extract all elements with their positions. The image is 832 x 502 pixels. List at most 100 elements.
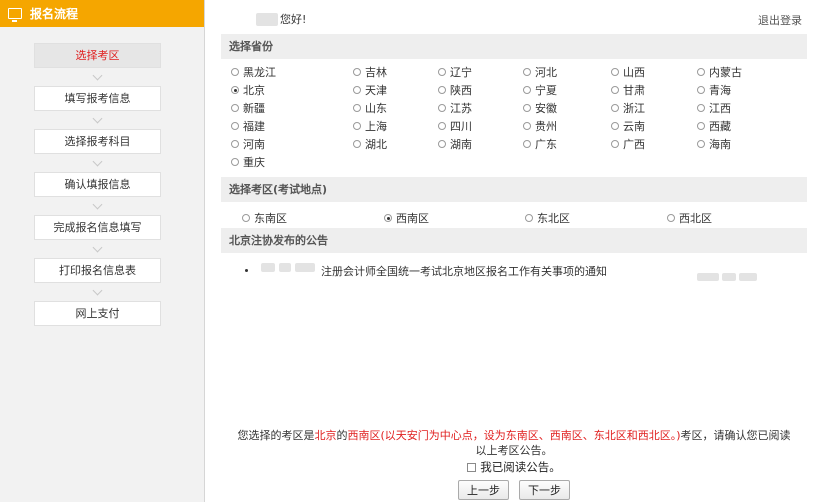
chevron-down-icon: [34, 197, 161, 215]
radio-button[interactable]: [523, 122, 531, 130]
province-radio[interactable]: 福建: [231, 118, 265, 134]
confirm-province: 北京: [314, 429, 337, 442]
zone-radio[interactable]: 东北区: [525, 210, 570, 226]
radio-button[interactable]: [353, 140, 361, 148]
province-label: 山东: [365, 102, 387, 115]
step-confirm-info[interactable]: 确认填报信息: [34, 172, 161, 197]
province-radio[interactable]: 浙江: [611, 100, 645, 116]
radio-button[interactable]: [231, 140, 239, 148]
province-label: 重庆: [243, 156, 265, 169]
province-section-title: 选择省份: [221, 34, 807, 59]
radio-button[interactable]: [697, 86, 705, 94]
radio-button[interactable]: [525, 214, 533, 222]
province-radio[interactable]: 北京: [231, 82, 265, 98]
radio-button[interactable]: [231, 86, 239, 94]
radio-button[interactable]: [523, 86, 531, 94]
province-radio[interactable]: 河北: [523, 64, 557, 80]
province-radio[interactable]: 广东: [523, 136, 557, 152]
radio-button[interactable]: [231, 158, 239, 166]
radio-button[interactable]: [697, 68, 705, 76]
radio-button[interactable]: [523, 140, 531, 148]
step-complete-registration[interactable]: 完成报名信息填写: [34, 215, 161, 240]
zone-radio[interactable]: 西南区: [384, 210, 429, 226]
province-radio[interactable]: 广西: [611, 136, 645, 152]
radio-button[interactable]: [523, 68, 531, 76]
read-notice-checkbox[interactable]: 我已阅读公告。: [467, 460, 561, 475]
province-radio[interactable]: 云南: [611, 118, 645, 134]
radio-button[interactable]: [611, 86, 619, 94]
step-select-subjects[interactable]: 选择报考科目: [34, 129, 161, 154]
confirm-message: 您选择的考区是北京的西南区(以天安门为中心点，设为东南区、西南区、东北区和西北区…: [221, 428, 807, 443]
province-radio[interactable]: 山西: [611, 64, 645, 80]
radio-button[interactable]: [353, 86, 361, 94]
zone-radio[interactable]: 东南区: [242, 210, 287, 226]
radio-button[interactable]: [611, 104, 619, 112]
province-radio[interactable]: 内蒙古: [697, 64, 742, 80]
zone-label: 西北区: [679, 212, 712, 225]
radio-button[interactable]: [231, 122, 239, 130]
step-fill-exam-info[interactable]: 填写报考信息: [34, 86, 161, 111]
chevron-down-icon: [34, 111, 161, 129]
radio-button[interactable]: [667, 214, 675, 222]
radio-button[interactable]: [231, 104, 239, 112]
step-print-registration-form[interactable]: 打印报名信息表: [34, 258, 161, 283]
province-radio[interactable]: 上海: [353, 118, 387, 134]
radio-button[interactable]: [611, 68, 619, 76]
sidebar: 报名流程 选择考区 填写报考信息 选择报考科目 确认填报信息 完成报名信息填写 …: [0, 0, 205, 502]
zone-radio[interactable]: 西北区: [667, 210, 712, 226]
province-label: 福建: [243, 120, 265, 133]
province-radio[interactable]: 山东: [353, 100, 387, 116]
province-label: 云南: [623, 120, 645, 133]
step-select-exam-zone[interactable]: 选择考区: [34, 43, 161, 68]
radio-button[interactable]: [242, 214, 250, 222]
province-radio[interactable]: 四川: [438, 118, 472, 134]
radio-button[interactable]: [438, 140, 446, 148]
next-button[interactable]: 下一步: [519, 480, 570, 500]
radio-button[interactable]: [353, 68, 361, 76]
province-radio[interactable]: 江西: [697, 100, 731, 116]
prev-button[interactable]: 上一步: [458, 480, 509, 500]
province-label: 吉林: [365, 66, 387, 79]
province-radio[interactable]: 西藏: [697, 118, 731, 134]
step-online-payment[interactable]: 网上支付: [34, 301, 161, 326]
zone-label: 东南区: [254, 212, 287, 225]
radio-button[interactable]: [438, 86, 446, 94]
province-radio[interactable]: 河南: [231, 136, 265, 152]
province-radio[interactable]: 湖南: [438, 136, 472, 152]
province-radio[interactable]: 安徽: [523, 100, 557, 116]
province-radio[interactable]: 江苏: [438, 100, 472, 116]
radio-button[interactable]: [438, 104, 446, 112]
radio-button[interactable]: [697, 140, 705, 148]
province-label: 天津: [365, 84, 387, 97]
logout-link[interactable]: 退出登录: [758, 12, 802, 28]
radio-button[interactable]: [353, 122, 361, 130]
radio-button[interactable]: [697, 104, 705, 112]
province-radio[interactable]: 重庆: [231, 154, 265, 170]
radio-button[interactable]: [523, 104, 531, 112]
radio-button[interactable]: [438, 122, 446, 130]
province-radio[interactable]: 黑龙江: [231, 64, 276, 80]
province-radio[interactable]: 甘肃: [611, 82, 645, 98]
radio-button[interactable]: [611, 122, 619, 130]
radio-button[interactable]: [384, 214, 392, 222]
radio-button[interactable]: [438, 68, 446, 76]
province-radio[interactable]: 湖北: [353, 136, 387, 152]
province-radio[interactable]: 青海: [697, 82, 731, 98]
read-notice-label: 我已阅读公告。: [480, 460, 561, 474]
province-radio[interactable]: 海南: [697, 136, 731, 152]
province-radio[interactable]: 陕西: [438, 82, 472, 98]
radio-button[interactable]: [697, 122, 705, 130]
province-radio[interactable]: 天津: [353, 82, 387, 98]
province-radio[interactable]: 贵州: [523, 118, 557, 134]
greeting: 您好!: [256, 11, 306, 27]
province-radio[interactable]: 吉林: [353, 64, 387, 80]
province-label: 海南: [709, 138, 731, 151]
radio-button[interactable]: [611, 140, 619, 148]
notice-link[interactable]: 注册会计师全国统一考试北京地区报名工作有关事项的通知: [321, 263, 607, 279]
province-radio[interactable]: 辽宁: [438, 64, 472, 80]
province-radio[interactable]: 宁夏: [523, 82, 557, 98]
radio-button[interactable]: [231, 68, 239, 76]
checkbox-box[interactable]: [467, 463, 477, 472]
radio-button[interactable]: [353, 104, 361, 112]
province-radio[interactable]: 新疆: [231, 100, 265, 116]
